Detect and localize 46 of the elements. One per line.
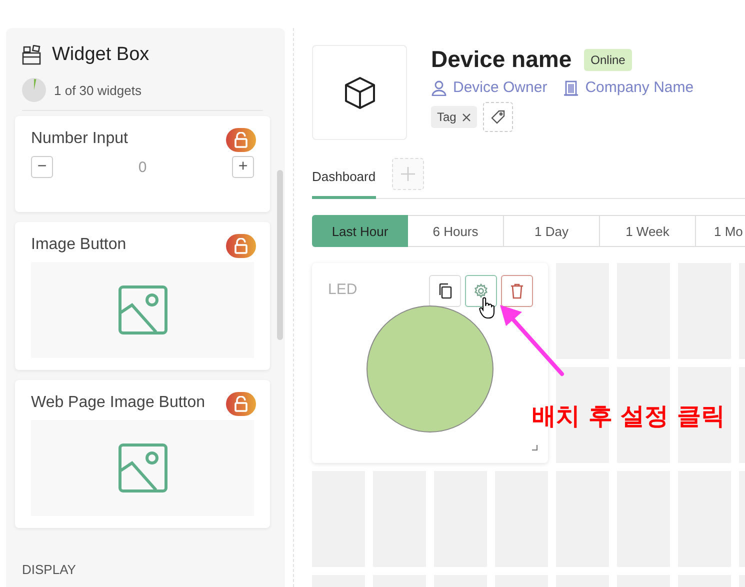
close-icon[interactable] [462, 112, 472, 122]
widget-title: LED [328, 281, 358, 298]
image-icon [118, 285, 168, 335]
widget-card[interactable]: Number Input − 0 + [15, 116, 270, 212]
time-range-tab[interactable]: 1 Mo [696, 215, 745, 247]
usage-text: 1 of 30 widgets [54, 82, 142, 98]
cube-icon [342, 76, 376, 110]
settings-button[interactable] [465, 275, 497, 307]
time-range-tab[interactable]: Last Hour [312, 215, 408, 247]
plus-button[interactable]: + [232, 156, 254, 178]
building-icon [563, 80, 580, 96]
add-tag-button[interactable] [483, 102, 514, 132]
number-value: 0 [138, 158, 147, 176]
lock-badge [226, 392, 256, 416]
status-badge: Online [584, 48, 632, 70]
plus-icon [400, 166, 416, 182]
tag-chip[interactable]: Tag [431, 106, 478, 128]
company-link[interactable]: Company Name [563, 79, 694, 96]
image-icon [118, 443, 168, 493]
time-range-tab[interactable]: 1 Day [504, 215, 600, 247]
time-range-tab[interactable]: 6 Hours [408, 215, 504, 247]
copy-button[interactable] [429, 275, 461, 307]
device-name: Device name [431, 46, 572, 73]
time-range-tab[interactable]: 1 Week [600, 215, 696, 247]
delete-button[interactable] [501, 275, 533, 307]
hand-cursor-icon [479, 297, 495, 319]
dashboard-tab[interactable]: Dashboard [312, 163, 376, 199]
person-icon [431, 80, 447, 96]
owner-link[interactable]: Device Owner [431, 79, 548, 96]
section-label: DISPLAY [21, 561, 77, 577]
widget-card[interactable]: Image Button [15, 222, 270, 370]
widget-title: Number Input [31, 130, 128, 148]
resize-handle-icon[interactable] [532, 445, 538, 451]
lock-badge [226, 128, 256, 152]
copy-icon [438, 283, 452, 299]
tag-icon [491, 110, 506, 124]
widget-card[interactable]: Web Page Image Button [15, 380, 270, 528]
widget-title: Web Page Image Button [31, 394, 206, 412]
widget-title: Image Button [31, 236, 126, 254]
panel-title: Widget Box [52, 44, 150, 66]
lock-badge [226, 234, 256, 258]
minus-button[interactable]: − [31, 156, 53, 178]
widget-box-icon [22, 45, 42, 65]
trash-icon [510, 283, 524, 299]
scrollbar[interactable] [277, 170, 283, 340]
settings-icon [473, 283, 489, 299]
